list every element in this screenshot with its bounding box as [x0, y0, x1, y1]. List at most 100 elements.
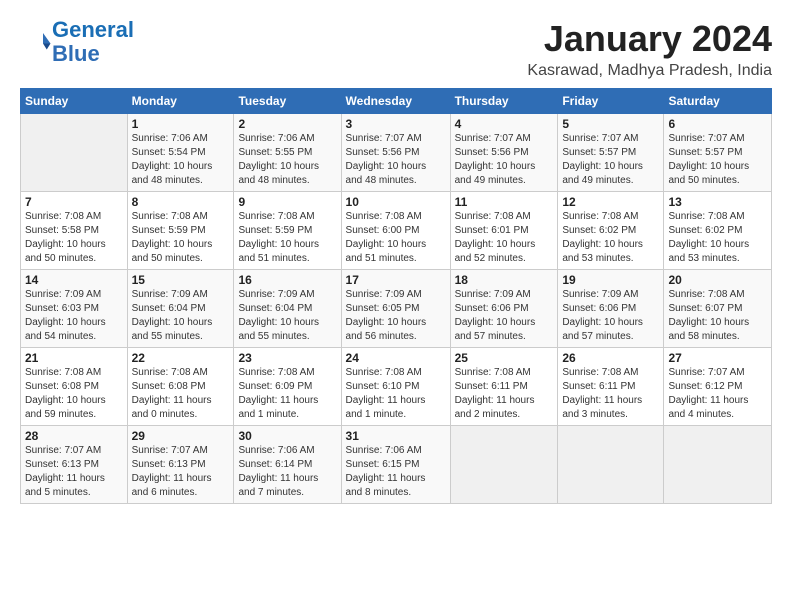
calendar-cell: 16Sunrise: 7:09 AM Sunset: 6:04 PM Dayli… — [234, 270, 341, 348]
day-number: 13 — [668, 195, 767, 209]
calendar-cell: 26Sunrise: 7:08 AM Sunset: 6:11 PM Dayli… — [558, 348, 664, 426]
day-info: Sunrise: 7:08 AM Sunset: 5:59 PM Dayligh… — [132, 210, 230, 266]
calendar-cell: 2Sunrise: 7:06 AM Sunset: 5:55 PM Daylig… — [234, 114, 341, 192]
day-number: 2 — [238, 117, 336, 131]
day-number: 18 — [455, 273, 554, 287]
day-info: Sunrise: 7:08 AM Sunset: 6:01 PM Dayligh… — [455, 210, 554, 266]
calendar-cell: 4Sunrise: 7:07 AM Sunset: 5:56 PM Daylig… — [450, 114, 558, 192]
day-number: 5 — [562, 117, 659, 131]
calendar-cell: 18Sunrise: 7:09 AM Sunset: 6:06 PM Dayli… — [450, 270, 558, 348]
day-info: Sunrise: 7:08 AM Sunset: 6:07 PM Dayligh… — [668, 288, 767, 344]
calendar-week-4: 21Sunrise: 7:08 AM Sunset: 6:08 PM Dayli… — [21, 348, 772, 426]
calendar-week-2: 7Sunrise: 7:08 AM Sunset: 5:58 PM Daylig… — [21, 192, 772, 270]
calendar-cell: 6Sunrise: 7:07 AM Sunset: 5:57 PM Daylig… — [664, 114, 772, 192]
calendar-cell: 25Sunrise: 7:08 AM Sunset: 6:11 PM Dayli… — [450, 348, 558, 426]
calendar-cell: 12Sunrise: 7:08 AM Sunset: 6:02 PM Dayli… — [558, 192, 664, 270]
calendar-header-row: Sunday Monday Tuesday Wednesday Thursday… — [21, 89, 772, 114]
logo-blue: Blue — [52, 42, 134, 66]
day-number: 30 — [238, 429, 336, 443]
col-saturday: Saturday — [664, 89, 772, 114]
day-number: 19 — [562, 273, 659, 287]
day-info: Sunrise: 7:08 AM Sunset: 6:11 PM Dayligh… — [562, 366, 659, 422]
day-info: Sunrise: 7:06 AM Sunset: 6:14 PM Dayligh… — [238, 444, 336, 500]
day-number: 20 — [668, 273, 767, 287]
day-info: Sunrise: 7:09 AM Sunset: 6:04 PM Dayligh… — [132, 288, 230, 344]
day-number: 7 — [25, 195, 123, 209]
calendar-cell: 20Sunrise: 7:08 AM Sunset: 6:07 PM Dayli… — [664, 270, 772, 348]
calendar-cell: 9Sunrise: 7:08 AM Sunset: 5:59 PM Daylig… — [234, 192, 341, 270]
calendar-cell: 10Sunrise: 7:08 AM Sunset: 6:00 PM Dayli… — [341, 192, 450, 270]
calendar-cell: 7Sunrise: 7:08 AM Sunset: 5:58 PM Daylig… — [21, 192, 128, 270]
col-monday: Monday — [127, 89, 234, 114]
day-info: Sunrise: 7:07 AM Sunset: 5:57 PM Dayligh… — [562, 132, 659, 188]
calendar-cell: 1Sunrise: 7:06 AM Sunset: 5:54 PM Daylig… — [127, 114, 234, 192]
col-thursday: Thursday — [450, 89, 558, 114]
day-info: Sunrise: 7:08 AM Sunset: 5:59 PM Dayligh… — [238, 210, 336, 266]
day-number: 1 — [132, 117, 230, 131]
day-info: Sunrise: 7:08 AM Sunset: 6:09 PM Dayligh… — [238, 366, 336, 422]
calendar-cell — [21, 114, 128, 192]
calendar-cell: 11Sunrise: 7:08 AM Sunset: 6:01 PM Dayli… — [450, 192, 558, 270]
day-number: 4 — [455, 117, 554, 131]
day-info: Sunrise: 7:06 AM Sunset: 5:55 PM Dayligh… — [238, 132, 336, 188]
calendar-cell: 22Sunrise: 7:08 AM Sunset: 6:08 PM Dayli… — [127, 348, 234, 426]
logo-icon — [22, 27, 52, 57]
day-info: Sunrise: 7:08 AM Sunset: 6:08 PM Dayligh… — [25, 366, 123, 422]
day-info: Sunrise: 7:08 AM Sunset: 6:02 PM Dayligh… — [668, 210, 767, 266]
calendar-cell — [450, 426, 558, 504]
day-number: 16 — [238, 273, 336, 287]
day-number: 24 — [346, 351, 446, 365]
calendar-cell — [664, 426, 772, 504]
calendar-cell: 29Sunrise: 7:07 AM Sunset: 6:13 PM Dayli… — [127, 426, 234, 504]
logo-general: General — [52, 17, 134, 42]
day-number: 31 — [346, 429, 446, 443]
day-number: 23 — [238, 351, 336, 365]
day-info: Sunrise: 7:07 AM Sunset: 5:56 PM Dayligh… — [455, 132, 554, 188]
day-number: 28 — [25, 429, 123, 443]
calendar-cell: 27Sunrise: 7:07 AM Sunset: 6:12 PM Dayli… — [664, 348, 772, 426]
day-info: Sunrise: 7:06 AM Sunset: 5:54 PM Dayligh… — [132, 132, 230, 188]
day-number: 15 — [132, 273, 230, 287]
day-number: 9 — [238, 195, 336, 209]
calendar-cell: 17Sunrise: 7:09 AM Sunset: 6:05 PM Dayli… — [341, 270, 450, 348]
day-info: Sunrise: 7:08 AM Sunset: 6:00 PM Dayligh… — [346, 210, 446, 266]
calendar-cell: 14Sunrise: 7:09 AM Sunset: 6:03 PM Dayli… — [21, 270, 128, 348]
day-info: Sunrise: 7:07 AM Sunset: 6:12 PM Dayligh… — [668, 366, 767, 422]
logo-text: General Blue — [52, 18, 134, 66]
day-number: 22 — [132, 351, 230, 365]
calendar-cell: 5Sunrise: 7:07 AM Sunset: 5:57 PM Daylig… — [558, 114, 664, 192]
day-number: 14 — [25, 273, 123, 287]
day-info: Sunrise: 7:08 AM Sunset: 6:02 PM Dayligh… — [562, 210, 659, 266]
calendar-week-3: 14Sunrise: 7:09 AM Sunset: 6:03 PM Dayli… — [21, 270, 772, 348]
day-info: Sunrise: 7:08 AM Sunset: 6:11 PM Dayligh… — [455, 366, 554, 422]
page: General Blue January 2024 Kasrawad, Madh… — [0, 0, 792, 514]
calendar-cell: 23Sunrise: 7:08 AM Sunset: 6:09 PM Dayli… — [234, 348, 341, 426]
calendar-cell: 3Sunrise: 7:07 AM Sunset: 5:56 PM Daylig… — [341, 114, 450, 192]
day-info: Sunrise: 7:06 AM Sunset: 6:15 PM Dayligh… — [346, 444, 446, 500]
calendar-cell — [558, 426, 664, 504]
day-number: 11 — [455, 195, 554, 209]
location: Kasrawad, Madhya Pradesh, India — [527, 62, 772, 80]
day-info: Sunrise: 7:08 AM Sunset: 6:08 PM Dayligh… — [132, 366, 230, 422]
calendar-cell: 24Sunrise: 7:08 AM Sunset: 6:10 PM Dayli… — [341, 348, 450, 426]
day-info: Sunrise: 7:09 AM Sunset: 6:06 PM Dayligh… — [455, 288, 554, 344]
day-info: Sunrise: 7:09 AM Sunset: 6:03 PM Dayligh… — [25, 288, 123, 344]
day-number: 17 — [346, 273, 446, 287]
day-number: 21 — [25, 351, 123, 365]
day-info: Sunrise: 7:09 AM Sunset: 6:06 PM Dayligh… — [562, 288, 659, 344]
col-friday: Friday — [558, 89, 664, 114]
calendar-cell: 13Sunrise: 7:08 AM Sunset: 6:02 PM Dayli… — [664, 192, 772, 270]
day-info: Sunrise: 7:07 AM Sunset: 5:56 PM Dayligh… — [346, 132, 446, 188]
calendar-week-1: 1Sunrise: 7:06 AM Sunset: 5:54 PM Daylig… — [21, 114, 772, 192]
calendar-cell: 21Sunrise: 7:08 AM Sunset: 6:08 PM Dayli… — [21, 348, 128, 426]
day-info: Sunrise: 7:08 AM Sunset: 5:58 PM Dayligh… — [25, 210, 123, 266]
calendar-cell: 28Sunrise: 7:07 AM Sunset: 6:13 PM Dayli… — [21, 426, 128, 504]
calendar-cell: 30Sunrise: 7:06 AM Sunset: 6:14 PM Dayli… — [234, 426, 341, 504]
logo: General Blue — [20, 18, 134, 66]
col-sunday: Sunday — [21, 89, 128, 114]
day-number: 26 — [562, 351, 659, 365]
col-wednesday: Wednesday — [341, 89, 450, 114]
day-info: Sunrise: 7:09 AM Sunset: 6:05 PM Dayligh… — [346, 288, 446, 344]
day-number: 12 — [562, 195, 659, 209]
day-info: Sunrise: 7:08 AM Sunset: 6:10 PM Dayligh… — [346, 366, 446, 422]
